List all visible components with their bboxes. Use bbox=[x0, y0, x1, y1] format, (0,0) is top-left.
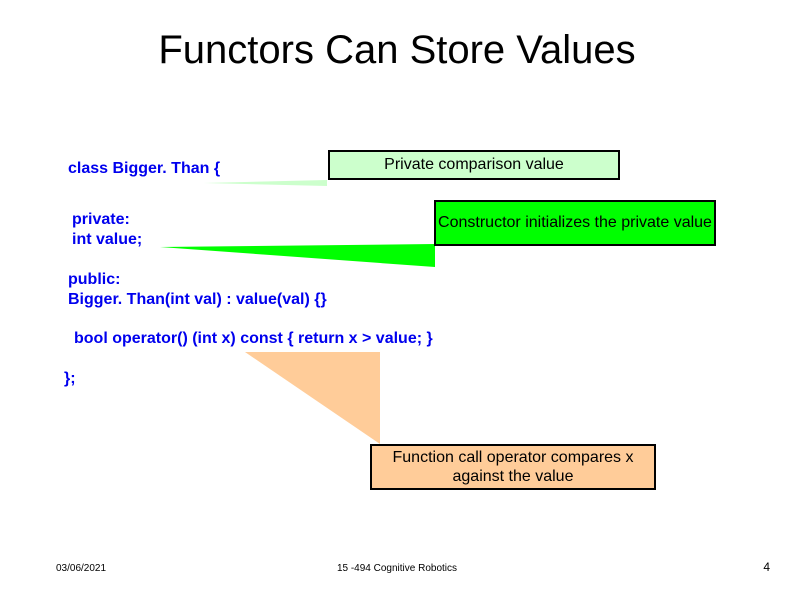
callout-constructor: Constructor initializes the private valu… bbox=[434, 200, 716, 246]
code-text: int value; bbox=[72, 231, 142, 248]
code-line-close: }; bbox=[64, 370, 76, 388]
callout-pointer bbox=[240, 352, 380, 444]
footer-course: 15 -494 Cognitive Robotics bbox=[0, 563, 794, 574]
code-line-operator: bool operator() (int x) const { return x… bbox=[74, 330, 433, 348]
code-line-private: private: int value; bbox=[72, 210, 142, 250]
callout-private-comparison: Private comparison value bbox=[328, 150, 620, 180]
code-line-public: public: Bigger. Than(int val) : value(va… bbox=[68, 270, 327, 310]
callout-pointer bbox=[160, 244, 435, 267]
slide-title: Functors Can Store Values bbox=[0, 28, 794, 73]
code-text: Bigger. Than(int val) : value(val) {} bbox=[68, 291, 327, 308]
callout-function-operator: Function call operator compares x agains… bbox=[370, 444, 656, 490]
code-text: private: bbox=[72, 211, 130, 228]
callout-pointer bbox=[204, 180, 327, 186]
slide: Functors Can Store Values class Bigger. … bbox=[0, 0, 794, 596]
footer-page-number: 4 bbox=[763, 560, 770, 574]
code-line-class-decl: class Bigger. Than { bbox=[68, 160, 220, 178]
code-text: public: bbox=[68, 271, 120, 288]
